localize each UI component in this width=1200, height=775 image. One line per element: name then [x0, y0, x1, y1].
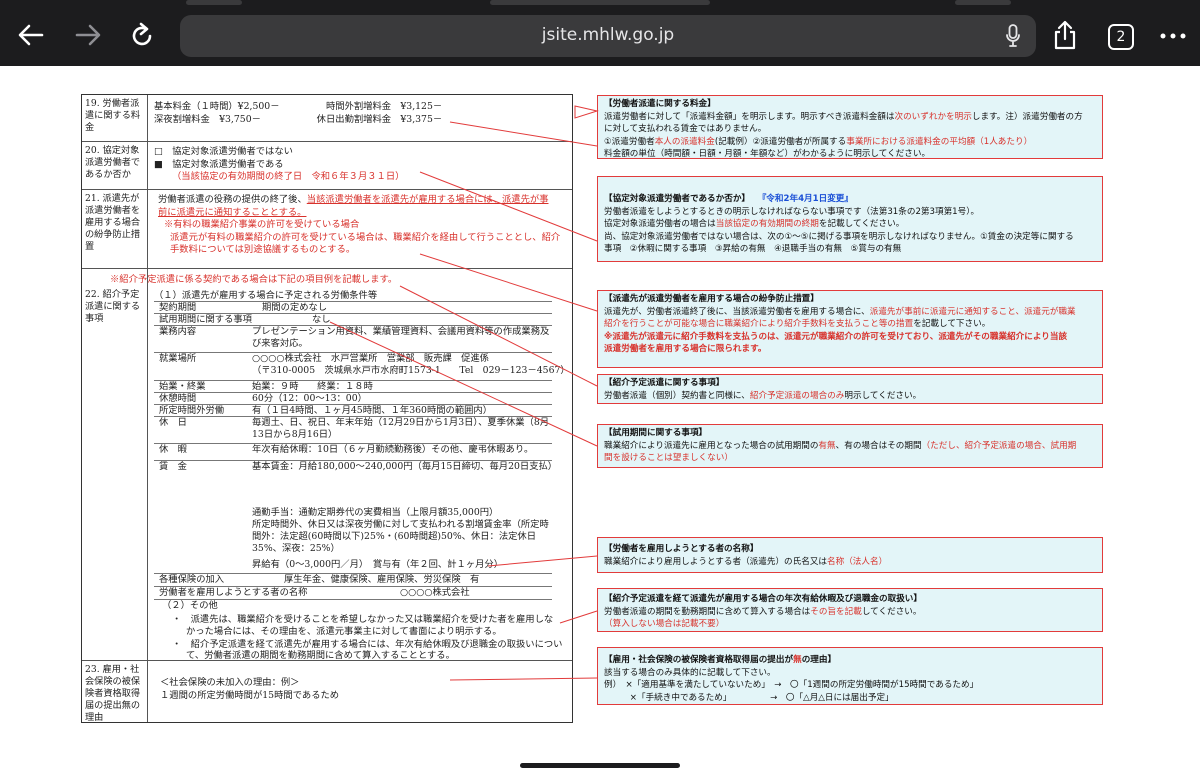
connector-line [419, 171, 598, 242]
connector-line [487, 555, 598, 567]
connector-line [419, 253, 598, 312]
url-text: jsite.mhlw.go.jp [541, 25, 675, 45]
address-bar[interactable]: jsite.mhlw.go.jp [180, 15, 1036, 57]
tab-count-button[interactable]: 2 [1108, 24, 1134, 50]
arrow-right-icon[interactable] [75, 24, 101, 46]
connector-line [449, 677, 598, 681]
more-dots-icon[interactable] [1160, 33, 1186, 39]
microphone-icon[interactable] [1006, 24, 1020, 48]
top-indicator-left [186, 0, 242, 5]
callout-pointer [574, 105, 599, 119]
callout-connector-lines [329, 105, 599, 681]
connector-line [559, 610, 598, 624]
document-page[interactable]: 19. 労働者派遣に関する料金 基本料金（１時間）¥2,500－ 時間外割増料金… [0, 66, 1200, 775]
share-icon[interactable] [1052, 20, 1078, 50]
connector-line [449, 121, 598, 147]
home-indicator [520, 763, 680, 768]
top-indicator-right [955, 0, 1011, 5]
arrow-left-icon[interactable] [18, 24, 44, 46]
top-indicator-center [490, 0, 710, 5]
reload-icon[interactable] [128, 22, 156, 50]
browser-toolbar: jsite.mhlw.go.jp 2 [0, 0, 1200, 66]
connector-line [329, 321, 598, 447]
